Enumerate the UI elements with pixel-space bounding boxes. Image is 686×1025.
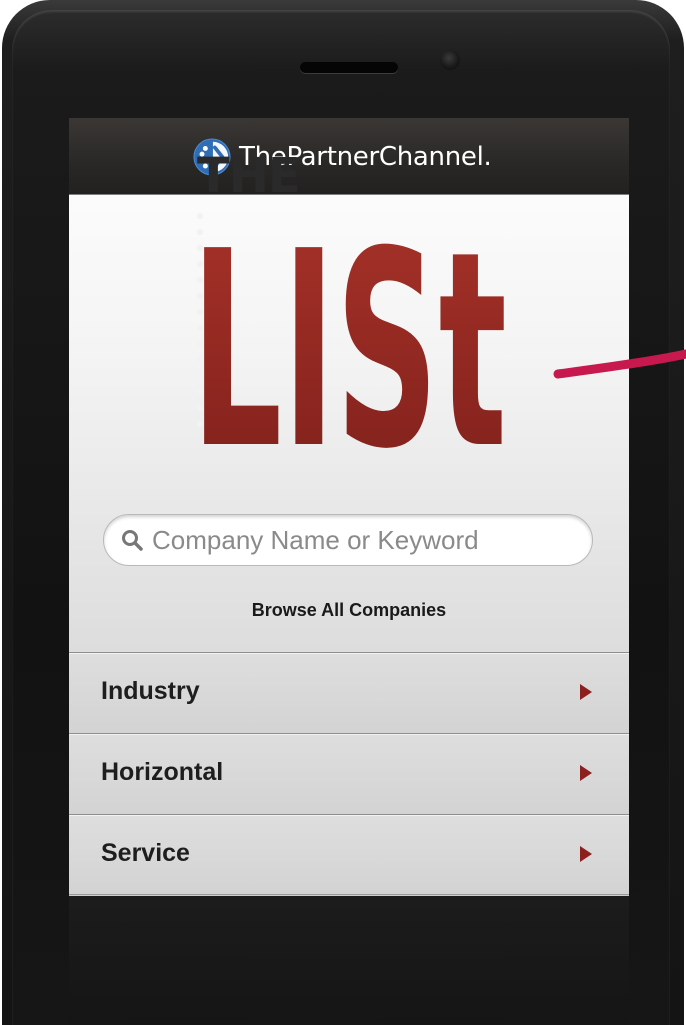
- category-label: Service: [101, 839, 190, 867]
- browse-all-companies-link[interactable]: Browse All Companies: [69, 600, 629, 621]
- category-item-industry[interactable]: Industry: [69, 652, 629, 733]
- phone-frame: ThePartnerChannel. THE LISt Company Name…: [0, 0, 686, 1025]
- category-list: Industry Horizontal Service: [69, 652, 629, 895]
- search-icon: [122, 530, 143, 551]
- chevron-right-icon: [580, 765, 592, 781]
- svg-text:LISt: LISt: [191, 202, 507, 452]
- logo-list-wordmark: LISt: [191, 202, 507, 452]
- search-box[interactable]: [103, 514, 593, 566]
- category-item-horizontal[interactable]: Horizontal: [69, 733, 629, 814]
- logo-the-text: THE: [197, 148, 301, 204]
- earpiece-speaker: [300, 62, 398, 73]
- app-screen: ThePartnerChannel. THE LISt Company Name…: [69, 118, 629, 896]
- search-input[interactable]: [152, 524, 572, 556]
- chevron-right-icon: [580, 684, 592, 700]
- chevron-right-icon: [580, 846, 592, 862]
- front-camera: [440, 50, 460, 70]
- annotation-pointer-line: [553, 349, 686, 379]
- phone-lower-bezel: [69, 896, 629, 1025]
- category-label: Industry: [101, 677, 200, 705]
- category-label: Horizontal: [101, 758, 224, 786]
- category-item-service[interactable]: Service: [69, 814, 629, 895]
- the-list-logo: THE LISt: [191, 152, 511, 462]
